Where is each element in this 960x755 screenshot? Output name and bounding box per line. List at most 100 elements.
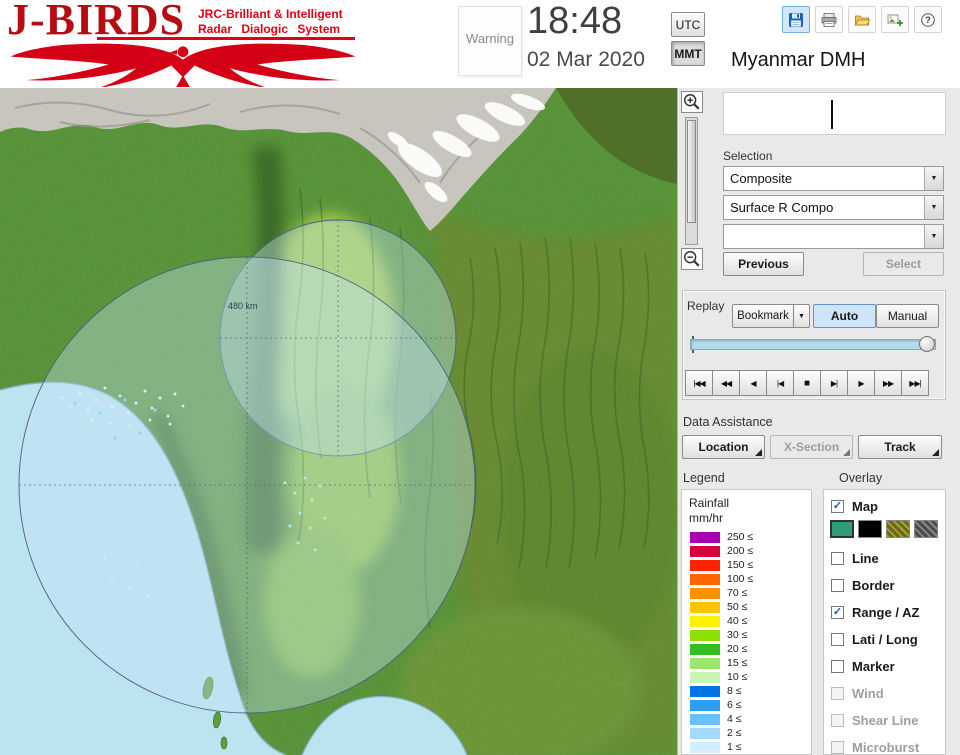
legend-color-swatch <box>690 727 720 739</box>
print-icon <box>821 12 837 27</box>
corner-resize-icon <box>755 449 762 456</box>
checkbox[interactable]: ✓ <box>831 605 844 619</box>
chevron-down-icon[interactable]: ▼ <box>924 196 943 219</box>
x-section-button[interactable]: X-Section <box>770 435 853 459</box>
location-button[interactable]: Location <box>682 435 765 459</box>
product-dropdown[interactable]: Surface R Compo ▼ <box>723 195 944 220</box>
station-input[interactable] <box>723 92 946 135</box>
svg-text:?: ? <box>925 15 931 25</box>
radar-map-viewport[interactable]: 480 km <box>0 88 680 755</box>
extra-dropdown[interactable]: ▼ <box>723 224 944 249</box>
overlay-item-label: Line <box>852 550 879 566</box>
toolbar: ? <box>782 6 942 33</box>
legend-value: 1 ≤ <box>727 741 742 753</box>
replay-slider-thumb[interactable] <box>919 336 935 352</box>
track-button[interactable]: Track <box>858 435 942 459</box>
legend-row: 2 ≤ <box>682 726 811 740</box>
checkbox[interactable] <box>831 551 844 565</box>
legend-color-swatch <box>690 741 720 753</box>
stop-button[interactable]: ■ <box>793 370 821 396</box>
checkbox[interactable] <box>831 632 844 646</box>
checkbox[interactable] <box>831 659 844 673</box>
skip-to-end-button[interactable]: ▶▶| <box>901 370 929 396</box>
chevron-down-icon[interactable]: ▼ <box>794 304 810 328</box>
checkbox <box>831 740 844 754</box>
warning-button[interactable]: Warning <box>458 6 522 76</box>
legend-row: 200 ≤ <box>682 544 811 558</box>
overlay-item-shear-line: Shear Line <box>831 710 918 730</box>
skip-to-start-button[interactable]: |◀◀ <box>685 370 713 396</box>
composite-dropdown[interactable]: Composite ▼ <box>723 166 944 191</box>
select-button[interactable]: Select <box>863 252 944 276</box>
jbirds-app: J-BIRDS JRC-Brilliant & Intelligent Rada… <box>0 0 960 755</box>
map-style-swatch-gray[interactable] <box>914 520 938 538</box>
overlay-item-marker[interactable]: Marker <box>831 656 895 676</box>
legend-row: 15 ≤ <box>682 656 811 670</box>
track-button-label: Track <box>884 440 916 454</box>
fast-forward-button[interactable]: ▶▶ <box>874 370 902 396</box>
app-logo-subtitle-1: JRC-Brilliant & Intelligent <box>198 7 343 21</box>
overlay-item-wind: Wind <box>831 683 884 703</box>
play-reverse-button[interactable]: ◀ <box>739 370 767 396</box>
auto-mode-button[interactable]: Auto <box>813 304 876 328</box>
zoom-out-button[interactable] <box>681 248 703 270</box>
zoom-in-icon <box>684 94 700 110</box>
overlay-item-line[interactable]: Line <box>831 548 879 568</box>
map-style-swatch-olive[interactable] <box>886 520 910 538</box>
overlay-item-label: Border <box>852 577 895 593</box>
mmt-button[interactable]: MMT <box>671 41 705 66</box>
print-button[interactable] <box>815 6 843 33</box>
export-image-button[interactable] <box>881 6 909 33</box>
open-folder-icon <box>854 15 870 25</box>
legend-unit-line2: mm/hr <box>689 511 723 525</box>
checkbox[interactable]: ✓ <box>831 499 844 513</box>
replay-slider-track[interactable] <box>690 339 936 350</box>
legend-value: 40 ≤ <box>727 615 748 627</box>
zoom-out-icon <box>684 251 700 267</box>
bookmark-button[interactable]: Bookmark <box>732 304 794 328</box>
map-style-swatch-black[interactable] <box>858 520 882 538</box>
legend-row: 20 ≤ <box>682 642 811 656</box>
replay-group: Replay Bookmark ▼ Auto Manual |◀◀ ◀◀ ◀ |… <box>682 290 946 400</box>
zoom-slider-thumb[interactable] <box>687 120 696 223</box>
save-button[interactable] <box>782 6 810 33</box>
fast-rewind-button[interactable]: ◀◀ <box>712 370 740 396</box>
legend-color-swatch <box>690 685 720 697</box>
map-style-swatch-terrain[interactable] <box>830 520 854 538</box>
legend-value: 4 ≤ <box>727 713 742 725</box>
chevron-down-icon[interactable]: ▼ <box>924 225 943 248</box>
legend-value: 50 ≤ <box>727 601 748 613</box>
step-back-button[interactable]: |◀ <box>766 370 794 396</box>
legend-color-swatch <box>690 587 720 599</box>
chevron-down-icon[interactable]: ▼ <box>924 167 943 190</box>
zoom-slider[interactable] <box>685 117 698 245</box>
legend-color-swatch <box>690 573 720 585</box>
legend-row: 50 ≤ <box>682 600 811 614</box>
legend-color-swatch <box>690 713 720 725</box>
overlay-item-map[interactable]: ✓ Map <box>831 496 878 516</box>
legend-unit-line1: Rainfall <box>689 496 730 510</box>
help-button[interactable]: ? <box>914 6 942 33</box>
play-button[interactable]: ▶ <box>847 370 875 396</box>
overlay-item-lati-long[interactable]: Lati / Long <box>831 629 918 649</box>
checkbox[interactable] <box>831 578 844 592</box>
help-icon: ? <box>921 12 935 27</box>
overlay-item-border[interactable]: Border <box>831 575 895 595</box>
range-ring-label: 480 km <box>228 301 258 311</box>
overlay-item-range-az[interactable]: ✓ Range / AZ <box>831 602 919 622</box>
legend-value: 10 ≤ <box>727 671 748 683</box>
zoom-in-button[interactable] <box>681 91 703 113</box>
product-dropdown-value: Surface R Compo <box>730 200 834 215</box>
clock-date: 02 Mar 2020 <box>527 48 645 71</box>
open-folder-button[interactable] <box>848 6 876 33</box>
manual-mode-button[interactable]: Manual <box>876 304 939 328</box>
legend-value: 150 ≤ <box>727 559 754 571</box>
control-panel: Selection Composite ▼ Surface R Compo ▼ … <box>677 88 960 755</box>
step-forward-button[interactable]: ▶| <box>820 370 848 396</box>
overlay-item-microburst: Microburst <box>831 737 919 754</box>
previous-button[interactable]: Previous <box>723 252 804 276</box>
legend-color-swatch <box>690 657 720 669</box>
utc-button[interactable]: UTC <box>671 12 705 37</box>
legend-color-swatch <box>690 531 720 543</box>
overlay-item-label: Shear Line <box>852 712 919 728</box>
